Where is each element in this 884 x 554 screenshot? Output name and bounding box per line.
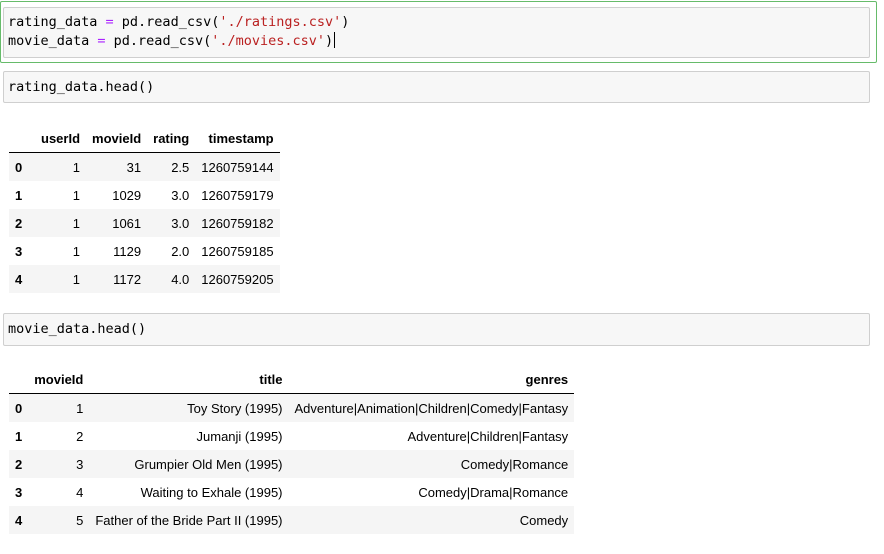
table-cell: 4.0 [171,271,190,287]
row-index: 1 [15,428,23,444]
table-cell: 1129 [113,243,142,259]
ratings-dataframe: userId movieId rating timestamp 0 1 31 2… [9,124,280,293]
row-index: 0 [15,400,23,416]
table-cell: 4 [76,484,84,500]
table-cell: 1260759144 [201,159,274,175]
table-cell: 1 [76,400,84,416]
table-cell: 3.0 [171,187,190,203]
table-cell: 3.0 [171,215,190,231]
table-row: 1 1 1029 3.0 1260759179 [9,181,280,209]
table-row: 0 1 Toy Story (1995) Adventure|Animation… [9,393,575,422]
row-index: 4 [15,512,23,528]
table-cell: 5 [76,512,84,528]
column-header [9,124,35,153]
table-cell: Adventure|Animation|Children|Comedy|Fant… [294,400,569,416]
table-row: 3 1 1129 2.0 1260759185 [9,237,280,265]
code-editor-cell-3[interactable]: movie_data.head() [3,313,870,346]
column-header: rating [147,124,196,153]
table-cell: 2.5 [171,159,190,175]
table-cell: 2 [76,428,84,444]
row-index: 2 [15,215,23,231]
table-row: 4 1 1172 4.0 1260759205 [9,265,280,293]
code-editor-cell-2[interactable]: rating_data.head() [3,71,870,103]
table-cell: 1260759179 [201,187,274,203]
code-line: rating_data.head() [8,79,155,95]
table-cell: Waiting to Exhale (1995) [140,484,283,500]
column-header: movieId [86,124,148,153]
table-cell: 3 [76,456,84,472]
table-cell: 1260759182 [201,215,274,231]
table-cell: Comedy|Romance [460,456,569,472]
table-row: 0 1 31 2.5 1260759144 [9,152,280,181]
table-cell: Grumpier Old Men (1995) [134,456,283,472]
table-cell: 1260759205 [201,271,274,287]
table-cell: Adventure|Children|Fantasy [407,428,569,444]
column-header: genres [288,365,575,394]
code-line-2: movie_data = pd.read_csv('./movies.csv') [8,32,336,49]
table-cell: Father of the Bride Part II (1995) [95,512,283,528]
code-line-1: rating_data = pd.read_csv('./ratings.csv… [8,14,350,30]
table-cell: 1061 [112,215,142,231]
table-row: 3 4 Waiting to Exhale (1995) Comedy|Dram… [9,478,574,506]
row-index: 1 [15,187,23,203]
column-header: userId [35,124,87,153]
row-index: 2 [15,456,23,472]
table-row: 2 1 1061 3.0 1260759182 [9,209,280,237]
table-cell: 1 [72,243,81,259]
table-header-row: movieId title genres [9,365,575,394]
table-cell: 1172 [113,271,142,287]
table-row: 1 2 Jumanji (1995) Adventure|Children|Fa… [9,422,574,450]
table-cell: 1 [72,271,81,287]
table-cell: Toy Story (1995) [187,400,283,416]
column-header: timestamp [195,124,280,153]
table-cell: 31 [126,159,142,175]
table-cell: 1 [72,215,81,231]
table-row: 4 5 Father of the Bride Part II (1995) C… [9,506,575,534]
movies-dataframe: movieId title genres 0 1 Toy Story (1995… [9,365,575,534]
table-cell: 1 [72,187,81,203]
column-header: movieId [28,365,90,394]
table-cell: Comedy|Drama|Romance [418,484,569,500]
column-header [9,365,29,394]
table-header-row: userId movieId rating timestamp [9,124,280,153]
text-cursor [334,32,336,48]
table-cell: Comedy [519,512,569,528]
code-editor-cell-1[interactable]: rating_data = pd.read_csv('./ratings.csv… [3,7,870,58]
column-header: title [89,365,289,394]
table-cell: 1029 [112,187,142,203]
table-row: 2 3 Grumpier Old Men (1995) Comedy|Roman… [9,450,575,478]
row-index: 3 [15,484,23,500]
row-index: 0 [15,159,23,175]
table-cell: Jumanji (1995) [196,428,283,444]
table-cell: 1260759185 [201,243,274,259]
table-cell: 2.0 [171,243,190,259]
code-line: movie_data.head() [8,321,147,337]
table-cell: 1 [72,159,81,175]
row-index: 4 [15,271,23,287]
row-index: 3 [15,243,23,259]
